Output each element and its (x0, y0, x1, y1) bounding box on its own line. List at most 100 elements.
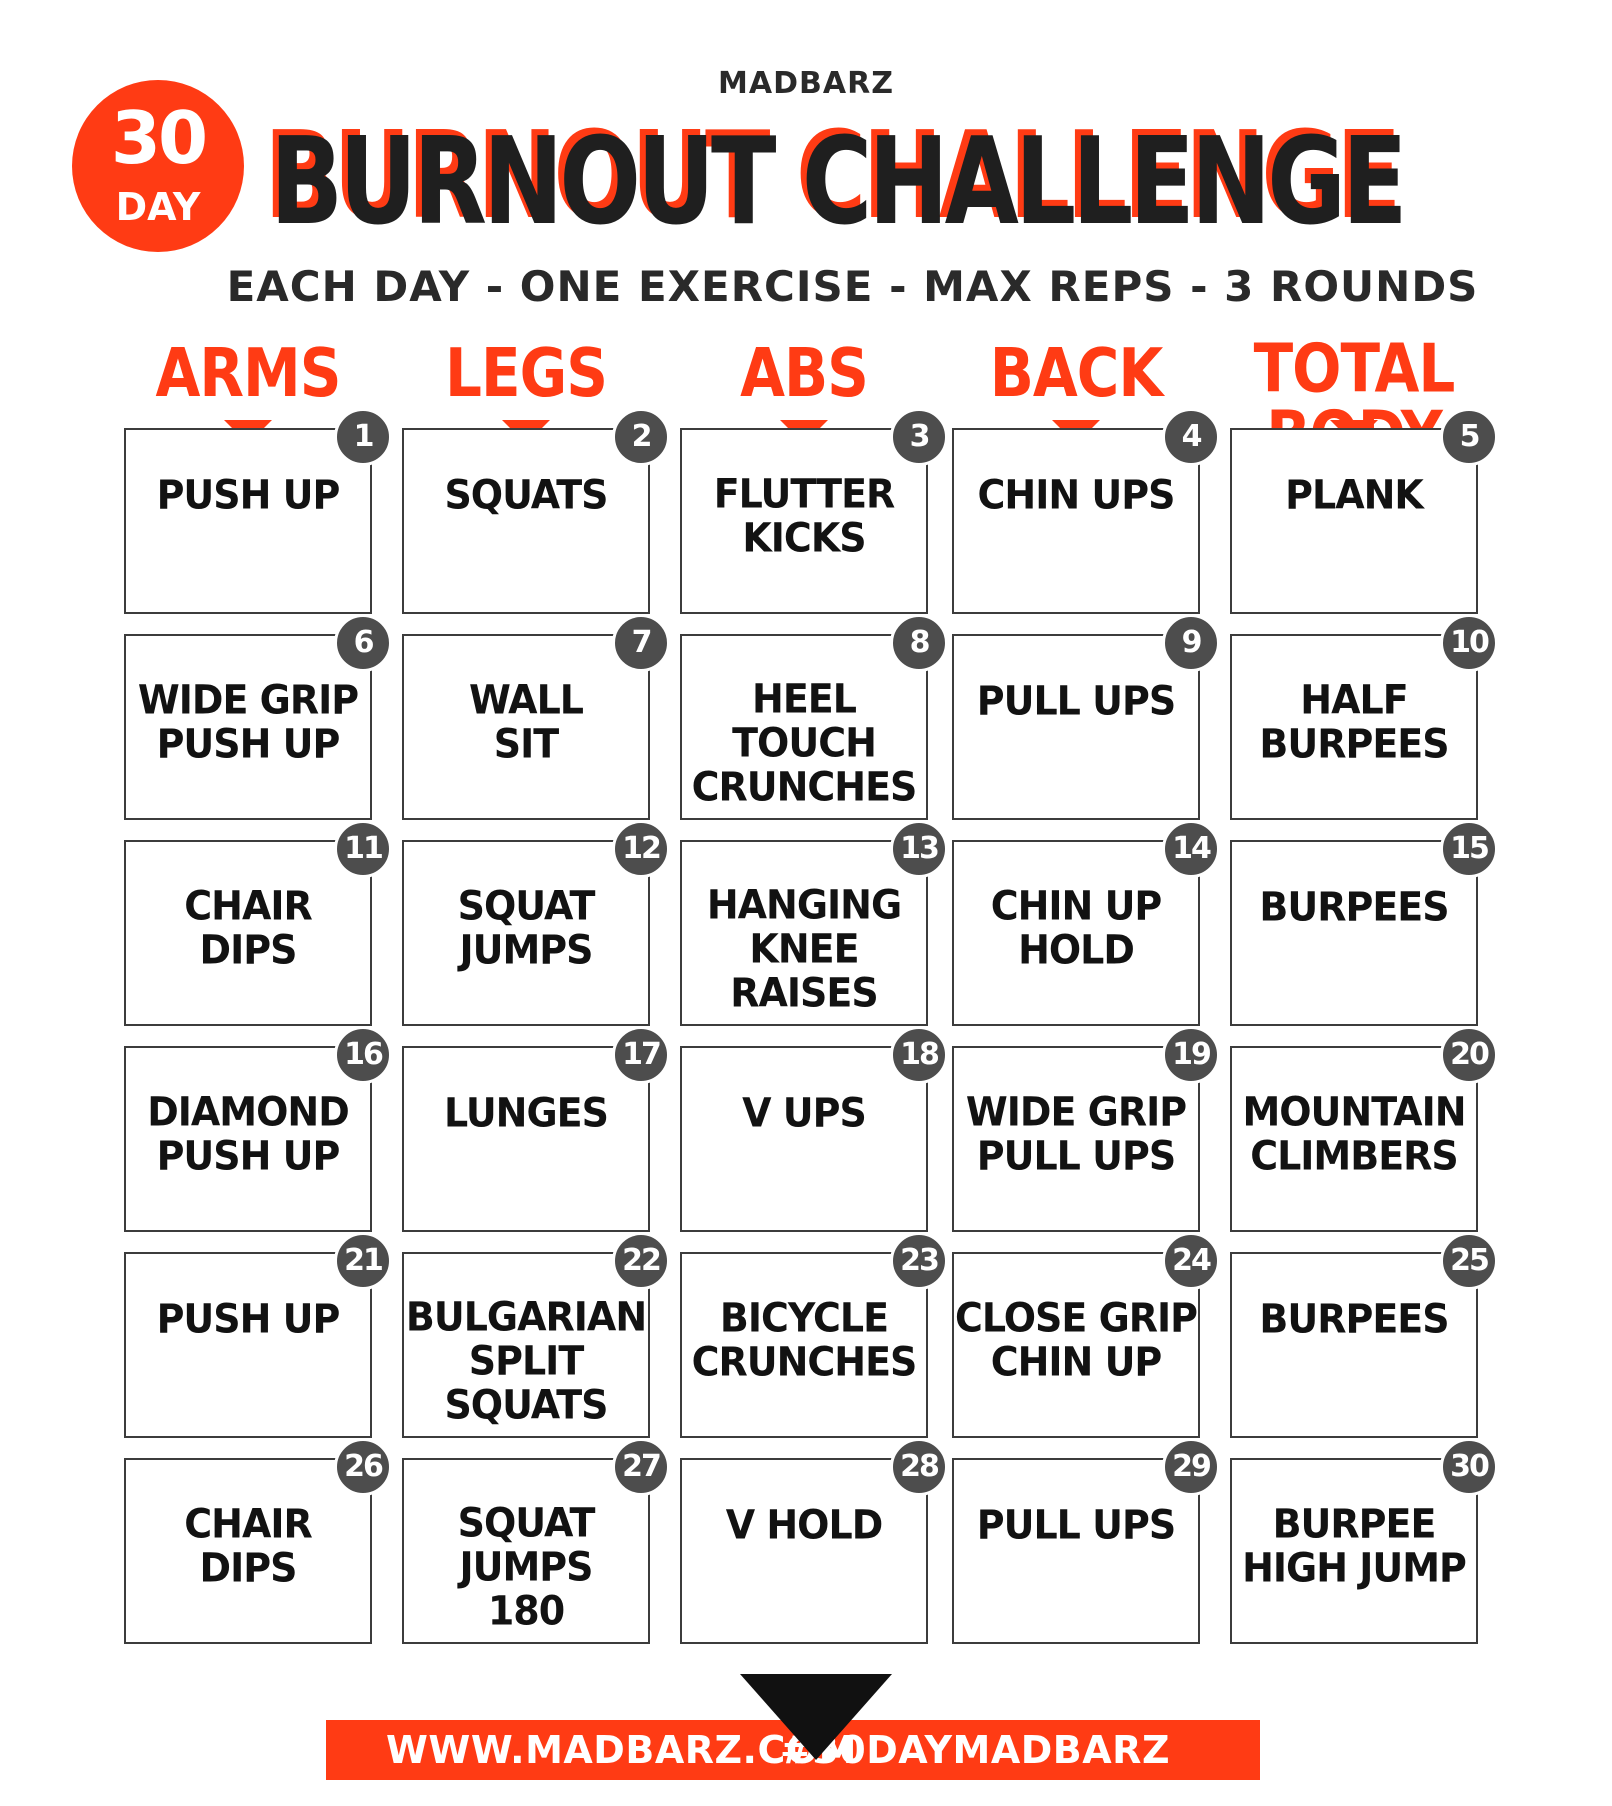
day-cell: HEEL TOUCH CRUNCHES 8 (680, 614, 948, 820)
exercise-line: HIGH JUMP (1242, 1544, 1467, 1592)
exercise-line: V HOLD (725, 1501, 884, 1549)
day-cell: SQUAT JUMPS 180 27 (402, 1438, 670, 1644)
exercise-line: PULL UPS (976, 1132, 1176, 1180)
exercise-name: WIDE GRIP PUSH UP (126, 678, 370, 766)
exercise-line: KNEE (749, 925, 859, 973)
day-cell: LUNGES 17 (402, 1026, 670, 1232)
day-number-badge: 23 (890, 1232, 948, 1290)
day-cell: WIDE GRIP PULL UPS 19 (952, 1026, 1220, 1232)
exercise-line: BULGARIAN (405, 1293, 647, 1340)
exercise-line: JUMPS (459, 1543, 593, 1591)
exercise-line: HALF (1300, 676, 1408, 724)
day-cell: BULGARIAN SPLIT SQUATS 22 (402, 1232, 670, 1438)
exercise-line: BURPEES (1259, 883, 1449, 931)
exercise-line: PUSH UP (156, 1132, 341, 1180)
exercise-name: BICYCLE CRUNCHES (682, 1296, 926, 1384)
day-number-badge: 7 (612, 614, 670, 672)
day-number-badge: 19 (1162, 1026, 1220, 1084)
exercise-name: BURPEES (1232, 1297, 1476, 1341)
exercise-name: WIDE GRIP PULL UPS (954, 1090, 1198, 1178)
exercise-line: FLUTTER (713, 470, 896, 518)
exercise-line: CHAIR (184, 1500, 313, 1548)
day-cell: DIAMOND PUSH UP 16 (124, 1026, 392, 1232)
exercise-name: HALF BURPEES (1232, 678, 1476, 766)
exercise-name: DIAMOND PUSH UP (126, 1090, 370, 1178)
exercise-line: CRUNCHES (691, 764, 918, 811)
exercise-name: CHIN UPS (954, 473, 1198, 517)
exercise-name: PUSH UP (126, 1297, 370, 1341)
exercise-line: PULL UPS (976, 1501, 1176, 1549)
exercise-name: PUSH UP (126, 473, 370, 517)
exercise-name: BURPEES (1232, 885, 1476, 929)
exercise-name: CHAIR DIPS (126, 1502, 370, 1590)
day-cell: FLUTTER KICKS 3 (680, 408, 948, 614)
page-title: BURNOUT CHALLENGE (270, 111, 1408, 252)
subtitle: EACH DAY - ONE EXERCISE - MAX REPS - 3 R… (226, 262, 1479, 311)
exercise-line: CHIN UPS (977, 471, 1176, 519)
badge-label: DAY (115, 185, 201, 229)
column-header-arms: ARMS (155, 333, 341, 413)
day-cell: HANGING KNEE RAISES 13 (680, 820, 948, 1026)
day-number-badge: 28 (890, 1438, 948, 1496)
day-number-badge: 4 (1162, 408, 1220, 466)
day-number-badge: 22 (612, 1232, 670, 1290)
day-cell: SQUAT JUMPS 12 (402, 820, 670, 1026)
exercise-name: SQUAT JUMPS 180 (404, 1501, 648, 1633)
exercise-line: SQUATS (444, 471, 608, 519)
column-header-abs: ABS (740, 333, 869, 413)
day-cell: PUSH UP 21 (124, 1232, 392, 1438)
exercise-line: BURPEES (1259, 720, 1449, 768)
day-cell: WALL SIT 7 (402, 614, 670, 820)
exercise-name: SQUAT JUMPS (404, 884, 648, 972)
day-number-badge: 20 (1440, 1026, 1498, 1084)
exercise-line: WALL (468, 676, 584, 724)
column-header-legs: LEGS (445, 333, 608, 413)
exercise-line: 180 (487, 1588, 565, 1635)
day-cell: PULL UPS 9 (952, 614, 1220, 820)
day-cell: PULL UPS 29 (952, 1438, 1220, 1644)
day-number-badge: 2 (612, 408, 670, 466)
day-cell: PLANK 5 (1230, 408, 1498, 614)
exercise-name: PULL UPS (954, 1503, 1198, 1547)
day-number-badge: 24 (1162, 1232, 1220, 1290)
exercise-line: PUSH UP (156, 471, 341, 519)
day-cell: PUSH UP 1 (124, 408, 392, 614)
exercise-name: HEEL TOUCH CRUNCHES (682, 677, 926, 809)
exercise-line: CRUNCHES (691, 1338, 918, 1386)
exercise-line: RAISES (730, 970, 879, 1017)
exercise-line: DIPS (199, 926, 298, 974)
day-number-badge: 15 (1440, 820, 1498, 878)
exercise-line: CHIN UP (990, 1338, 1163, 1386)
day-number-badge: 10 (1440, 614, 1498, 672)
day-number-badge: 6 (334, 614, 392, 672)
exercise-name: HANGING KNEE RAISES (682, 883, 926, 1015)
exercise-line: KICKS (742, 514, 866, 562)
exercise-name: LUNGES (404, 1091, 648, 1135)
exercise-line: CHIN UP (990, 882, 1163, 930)
exercise-line: CHAIR (184, 882, 313, 930)
exercise-line: PUSH UP (156, 1295, 341, 1343)
exercise-name: BULGARIAN SPLIT SQUATS (404, 1295, 648, 1427)
exercise-name: CLOSE GRIP CHIN UP (954, 1296, 1198, 1384)
day-number-badge: 21 (334, 1232, 392, 1290)
down-arrow-icon (740, 1674, 892, 1760)
exercise-name: PLANK (1232, 473, 1476, 517)
day-cell: BURPEE HIGH JUMP 30 (1230, 1438, 1498, 1644)
exercise-line: BURPEES (1259, 1295, 1449, 1343)
day-number-badge: 3 (890, 408, 948, 466)
day-cell: HALF BURPEES 10 (1230, 614, 1498, 820)
exercise-line: CLIMBERS (1250, 1132, 1459, 1180)
exercise-name: WALL SIT (404, 678, 648, 766)
exercise-line: SQUATS (444, 1382, 608, 1429)
exercise-name: BURPEE HIGH JUMP (1232, 1502, 1476, 1590)
day-number-badge: 26 (334, 1438, 392, 1496)
day-cell: WIDE GRIP PUSH UP 6 (124, 614, 392, 820)
day-cell: CHAIR DIPS 11 (124, 820, 392, 1026)
exercise-line: CLOSE GRIP (954, 1294, 1198, 1342)
day-number-badge: 12 (612, 820, 670, 878)
exercise-name: PULL UPS (954, 679, 1198, 723)
day-cell: BICYCLE CRUNCHES 23 (680, 1232, 948, 1438)
exercise-line: V UPS (742, 1089, 867, 1137)
day-number-badge: 9 (1162, 614, 1220, 672)
column-header-back: BACK (989, 333, 1164, 413)
